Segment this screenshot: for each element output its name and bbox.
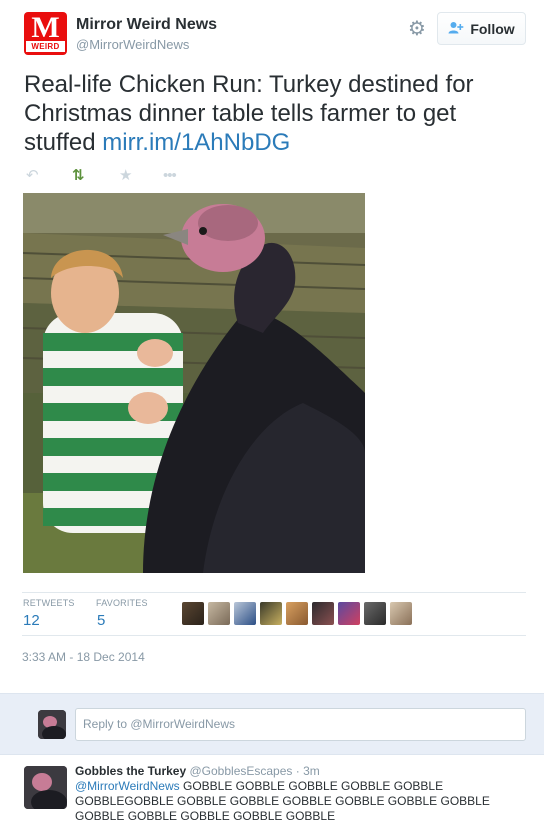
separator: · (295, 764, 300, 778)
reply-icon[interactable]: ↶ (26, 166, 39, 186)
logo-subtitle: WEIRD (26, 41, 65, 52)
avatar[interactable] (260, 602, 282, 625)
turkey-avatar-image (38, 710, 66, 739)
tweet-timestamp[interactable]: 3:33 AM - 18 Dec 2014 (22, 650, 145, 664)
avatar[interactable] (390, 602, 412, 625)
avatar[interactable] (286, 602, 308, 625)
reply-tweet: Gobbles the Turkey @GobblesEscapes · 3m … (0, 755, 544, 838)
retweets-count[interactable]: 12 (23, 612, 40, 629)
reply-composer: Reply to @MirrorWeirdNews (0, 693, 544, 755)
avatar[interactable] (364, 602, 386, 625)
tweet-text: Real-life Chicken Run: Turkey destined f… (24, 70, 524, 157)
avatar[interactable] (234, 602, 256, 625)
turkey-avatar-image (24, 766, 67, 809)
favoriter-avatars (182, 602, 412, 625)
avatar (38, 710, 66, 739)
account-avatar[interactable]: M WEIRD (24, 12, 67, 55)
gear-icon[interactable]: ⚙ (406, 18, 428, 40)
logo-letter: M (31, 12, 60, 44)
favorites-count[interactable]: 5 (97, 612, 105, 629)
reply-time[interactable]: 3m (303, 764, 320, 778)
photo-illustration (23, 193, 365, 573)
tweet-photo[interactable] (23, 193, 365, 573)
person-add-icon (448, 21, 464, 37)
tweet-link[interactable]: mirr.im/1AhNbDG (102, 129, 290, 156)
retweets-label: RETWEETS (23, 598, 75, 608)
star-icon[interactable]: ★ (119, 166, 132, 186)
divider (22, 635, 526, 636)
avatar[interactable] (338, 602, 360, 625)
reply-mention[interactable]: @MirrorWeirdNews (75, 779, 180, 793)
account-handle[interactable]: @MirrorWeirdNews (76, 37, 189, 52)
avatar[interactable] (312, 602, 334, 625)
avatar[interactable] (182, 602, 204, 625)
reply-input[interactable]: Reply to @MirrorWeirdNews (75, 708, 526, 741)
follow-label: Follow (470, 20, 515, 37)
reply-tweet-text: @MirrorWeirdNews GOBBLE GOBBLE GOBBLE GO… (75, 779, 535, 824)
avatar[interactable] (208, 602, 230, 625)
reply-tweet-header: Gobbles the Turkey @GobblesEscapes · 3m (75, 764, 320, 778)
reply-author-name[interactable]: Gobbles the Turkey (75, 764, 186, 778)
tweet-actions: ↶ ⇅ ★ ••• (26, 166, 226, 186)
reply-author-handle[interactable]: @GobblesEscapes (189, 764, 292, 778)
more-icon[interactable]: ••• (163, 166, 177, 186)
divider (22, 592, 526, 593)
retweet-icon[interactable]: ⇅ (72, 166, 85, 186)
avatar[interactable] (24, 766, 67, 809)
follow-button[interactable]: Follow (437, 12, 526, 45)
tweet-header: M WEIRD Mirror Weird News @MirrorWeirdNe… (24, 12, 526, 58)
account-name[interactable]: Mirror Weird News (76, 16, 217, 34)
favorites-label: FAVORITES (96, 598, 148, 608)
